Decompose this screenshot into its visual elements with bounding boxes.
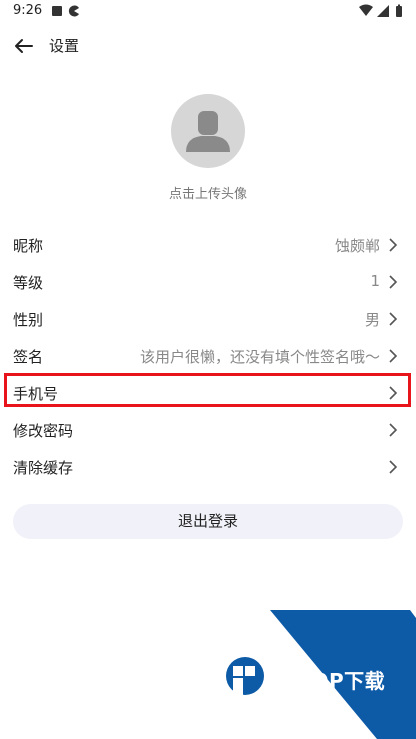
chevron-right-icon: [389, 312, 398, 326]
settings-row-change-password[interactable]: 修改密码: [0, 411, 416, 448]
logout-button[interactable]: 退出登录: [13, 504, 403, 539]
row-label: 等级: [13, 274, 44, 292]
status-time: 9:26: [13, 3, 43, 18]
row-value: 该用户很懒，还没有填个性签名哦～: [139, 348, 380, 366]
upload-avatar-label[interactable]: 点击上传头像: [0, 183, 416, 202]
app-header: 设置: [0, 28, 416, 64]
row-label: 昵称: [13, 237, 44, 255]
chevron-right-icon: [389, 238, 398, 252]
wifi-icon: [359, 4, 373, 16]
default-avatar-icon: [186, 111, 230, 152]
arrow-left-icon[interactable]: [10, 32, 38, 60]
avatar[interactable]: [171, 94, 245, 168]
row-label: 签名: [13, 348, 44, 366]
watermark-sub: PCPOP Download: [266, 688, 327, 696]
chevron-right-icon: [389, 349, 398, 363]
a-notification-icon: [52, 6, 62, 16]
pcpop-logo-icon: [226, 657, 264, 696]
status-bar: 9:26: [0, 0, 416, 24]
pacman-app-icon: [68, 5, 79, 17]
cell-signal-icon: [377, 5, 389, 17]
status-icons: [359, 4, 402, 17]
settings-row-nickname[interactable]: 昵称 蚀颇郸: [0, 226, 416, 263]
settings-row-level[interactable]: 等级 1: [0, 263, 416, 300]
chevron-right-icon: [389, 386, 398, 400]
row-value: 男: [364, 311, 380, 329]
settings-row-clear-cache[interactable]: 清除缓存: [0, 448, 416, 485]
chevron-right-icon: [389, 460, 398, 474]
row-label: 性别: [13, 311, 44, 329]
row-value: 1: [370, 272, 380, 290]
page-title: 设置: [49, 37, 80, 55]
chevron-right-icon: [389, 423, 398, 437]
settings-row-signature[interactable]: 签名 该用户很懒，还没有填个性签名哦～: [0, 337, 416, 374]
row-label: 清除缓存: [13, 459, 74, 477]
row-label: 修改密码: [13, 422, 74, 440]
chevron-right-icon: [389, 275, 398, 289]
settings-row-phone[interactable]: 手机号: [0, 374, 416, 411]
row-label: 手机号: [13, 385, 59, 403]
row-value: 蚀颇郸: [334, 237, 380, 255]
battery-icon: [396, 4, 402, 17]
settings-row-gender[interactable]: 性别 男: [0, 300, 416, 337]
